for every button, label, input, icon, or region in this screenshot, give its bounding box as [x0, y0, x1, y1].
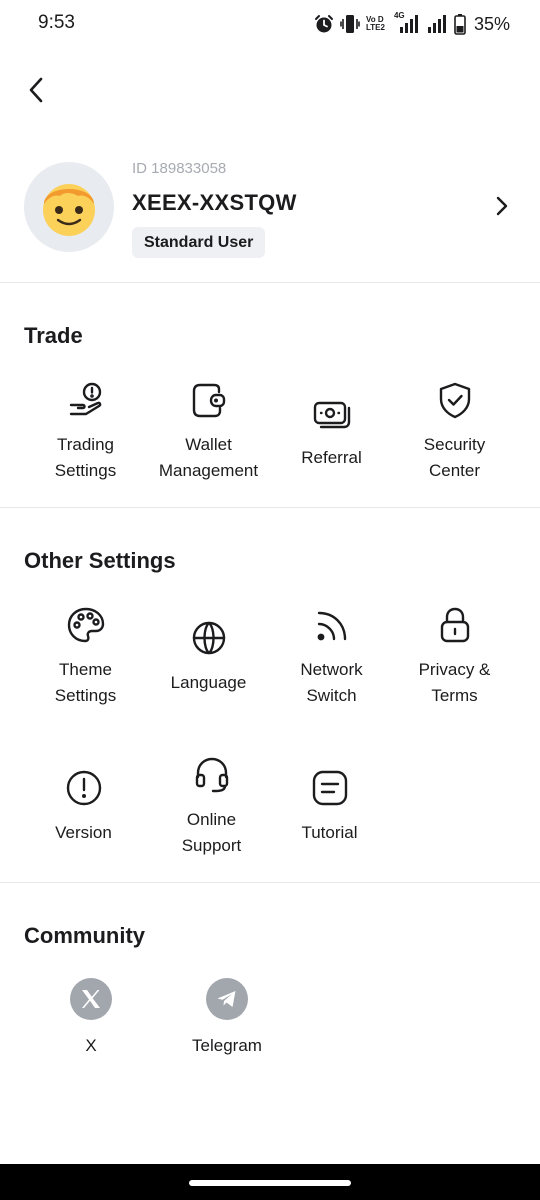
volte-icon: Vo D LTE2 [366, 16, 388, 32]
network-switch-button[interactable]: Network Switch [270, 603, 393, 709]
volte-line2: LTE2 [365, 23, 385, 32]
wallet-management-button[interactable]: Wallet Management [147, 378, 270, 484]
chevron-left-icon [29, 77, 43, 103]
status-time: 9:53 [38, 12, 75, 33]
language-label: Language [170, 673, 247, 692]
theme-settings-label: Theme Settings [54, 660, 117, 705]
battery-icon [454, 14, 466, 35]
community-x-label: X [85, 1036, 97, 1055]
wallet-icon [192, 383, 225, 418]
tutorial-label: Tutorial [301, 823, 358, 842]
privacy-terms-button[interactable]: Privacy & Terms [393, 603, 516, 709]
shield-check-icon [439, 382, 470, 419]
system-navigation-bar [0, 1164, 540, 1200]
language-button[interactable]: Language [147, 616, 270, 696]
emoji-face-avatar [43, 184, 95, 236]
signal-icon: 4G [394, 11, 420, 35]
section-title-community: Community [24, 923, 145, 948]
online-support-button[interactable]: Online Support [150, 753, 273, 859]
referral-button[interactable]: Referral [270, 391, 393, 471]
divider [0, 507, 540, 508]
user-id: ID 189833058 [132, 160, 227, 177]
network-switch-label: Network Switch [300, 660, 363, 705]
version-button[interactable]: Version [22, 766, 145, 846]
avatar [24, 162, 114, 252]
user-tier-badge: Standard User [132, 227, 266, 258]
wallet-management-label: Wallet Management [158, 435, 259, 480]
profile-card[interactable]: ID 189833058 XEEX-XXSTQW Standard User [0, 150, 540, 282]
back-button[interactable] [20, 72, 52, 108]
trading-settings-button[interactable]: Trading Settings [24, 378, 147, 484]
tutorial-button[interactable]: Tutorial [268, 766, 391, 846]
theme-settings-button[interactable]: Theme Settings [24, 603, 147, 709]
headset-icon [195, 757, 228, 793]
status-icons: Vo D LTE2 4G 35% [314, 11, 510, 36]
security-center-label: Security Center [423, 435, 486, 480]
lock-icon [440, 607, 469, 643]
home-indicator[interactable] [189, 1180, 351, 1186]
community-x-button[interactable]: X [23, 978, 159, 1056]
privacy-terms-label: Privacy & Terms [418, 660, 491, 705]
community-telegram-label: Telegram [192, 1036, 262, 1055]
divider [0, 882, 540, 883]
trading-settings-label: Trading Settings [54, 435, 117, 480]
version-label: Version [55, 823, 112, 842]
community-telegram-button[interactable]: Telegram [159, 978, 295, 1056]
document-icon [312, 770, 347, 806]
status-bar: 9:53 Vo D LTE2 4G 35% [0, 0, 540, 48]
rss-icon [317, 611, 346, 641]
online-support-label: Online Support [181, 810, 242, 855]
divider [0, 282, 540, 283]
section-title-trade: Trade [24, 323, 83, 348]
cash-stack-icon [313, 401, 350, 429]
palette-icon [67, 607, 104, 643]
user-name: XEEX-XXSTQW [132, 190, 297, 215]
chevron-right-icon [496, 196, 508, 216]
hand-coin-icon [69, 382, 101, 416]
exclamation-circle-icon [66, 770, 101, 806]
battery-percent: 35% [473, 13, 510, 34]
alarm-icon [314, 15, 333, 33]
globe-icon [192, 621, 225, 655]
profile-settings-screen: 9:53 Vo D LTE2 4G 35% ID 189833058 XEEX-… [0, 0, 540, 1200]
section-title-other-settings: Other Settings [24, 548, 176, 573]
security-center-button[interactable]: Security Center [393, 378, 516, 484]
vibrate-icon [340, 15, 360, 33]
signal-icon [427, 15, 446, 33]
telegram-icon [206, 978, 248, 1020]
x-logo-icon [70, 978, 112, 1020]
referral-label: Referral [301, 448, 362, 467]
